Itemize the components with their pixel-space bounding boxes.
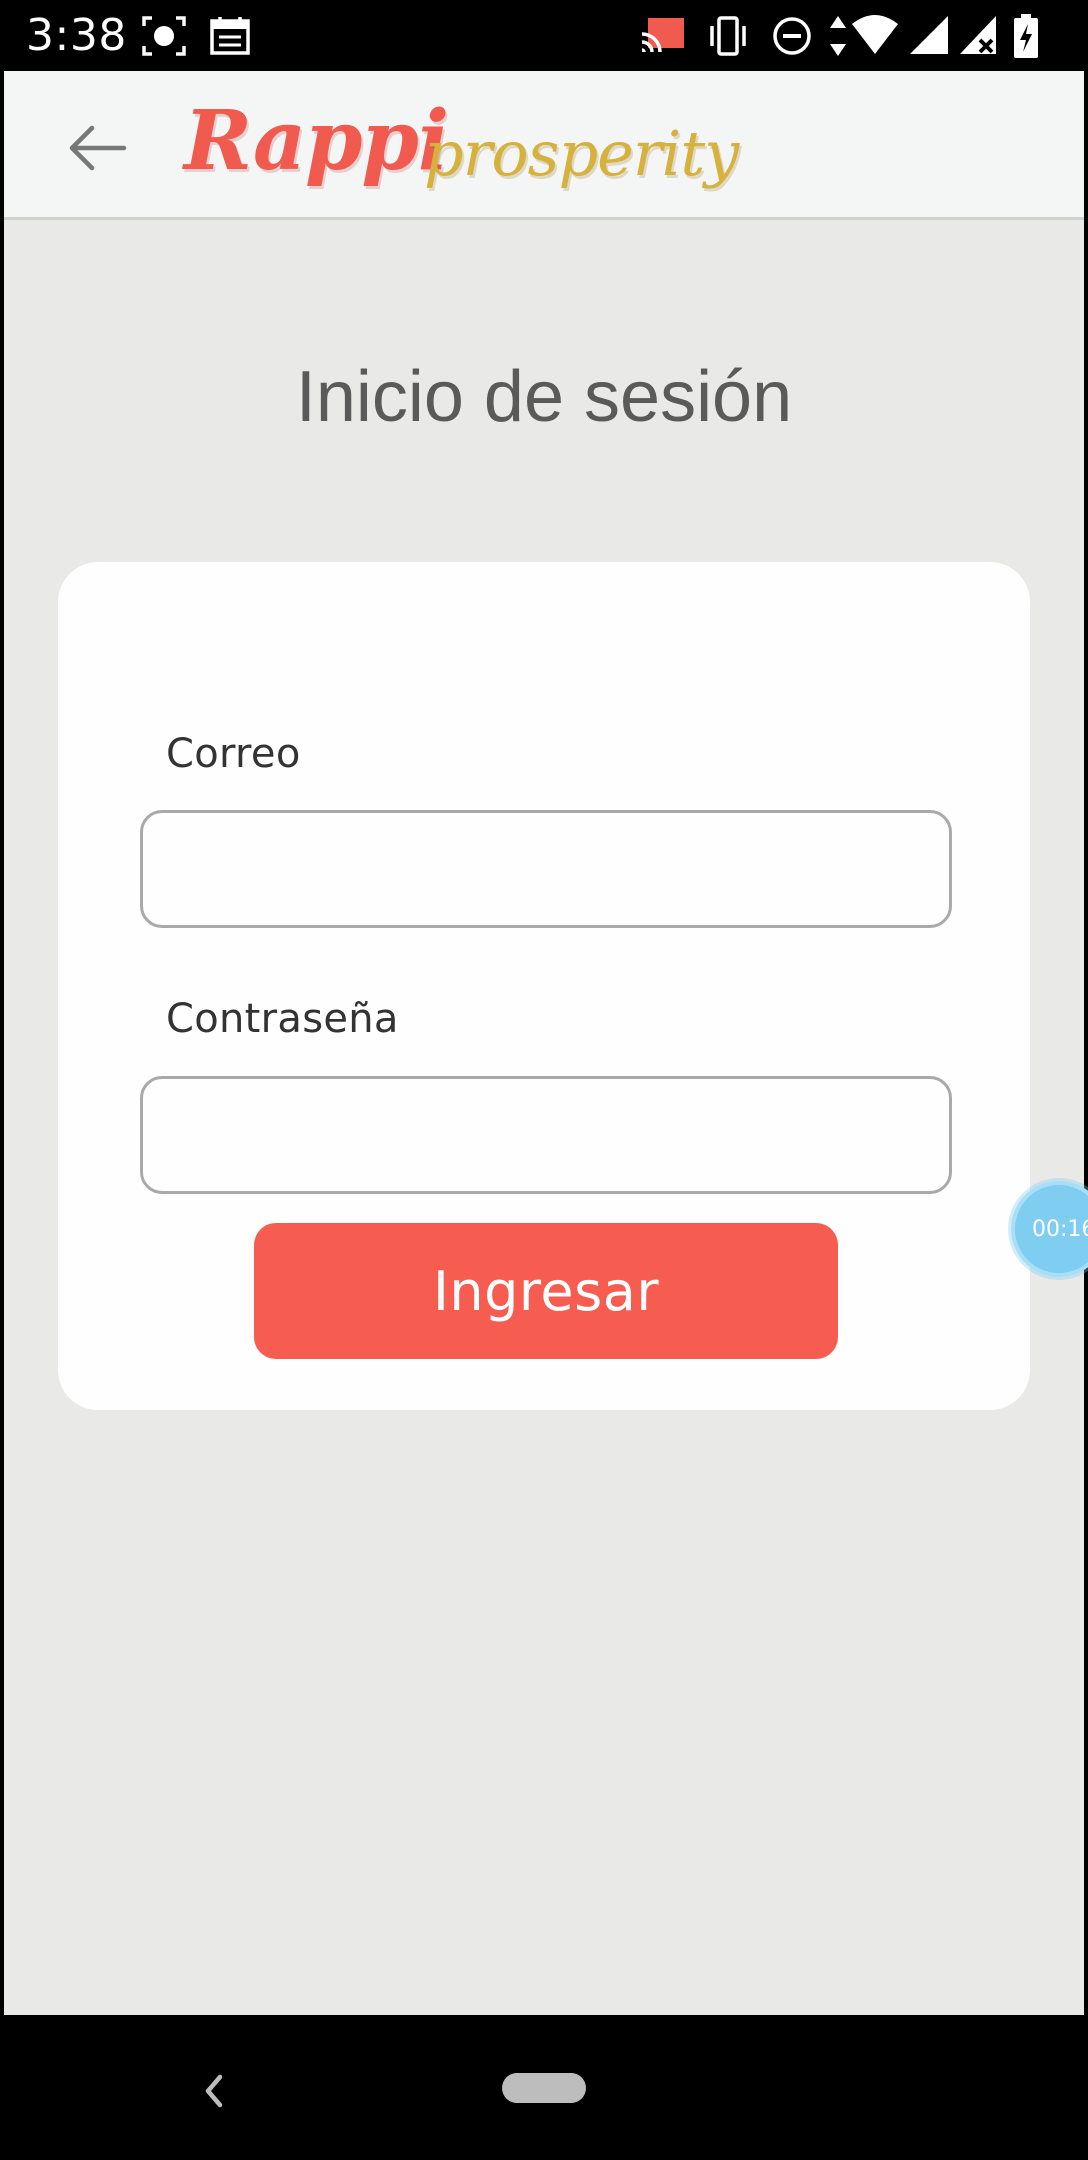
data-arrows-icon <box>830 16 846 56</box>
do-not-disturb-icon <box>773 17 811 55</box>
password-field[interactable] <box>140 1076 952 1194</box>
wifi-icon <box>852 15 898 54</box>
login-card: Correo Contraseña Ingresar <box>58 562 1030 1410</box>
status-bar: 3:38 <box>0 0 1088 71</box>
page-title: Inicio de sesión <box>295 357 793 437</box>
calendar-icon <box>210 16 250 61</box>
app-logo: Rappi prosperity <box>184 91 744 211</box>
screenshot-icon <box>142 16 186 61</box>
app-header: Rappi prosperity <box>4 71 1084 220</box>
logo-primary-text: Rappi <box>184 93 449 189</box>
status-right-icons <box>640 14 1070 58</box>
vibrate-icon <box>710 16 746 56</box>
navigation-bar <box>0 2015 1088 2160</box>
nav-back-button[interactable] <box>196 2071 230 2111</box>
nav-home-pill[interactable] <box>502 2073 586 2103</box>
login-button[interactable]: Ingresar <box>254 1223 838 1359</box>
status-time: 3:38 <box>26 10 127 61</box>
screen: 3:38 Rappi prosperity Inicio de sesión C… <box>0 0 1088 2160</box>
arrow-left-icon <box>69 125 127 171</box>
logo-secondary-text: prosperity <box>424 117 739 190</box>
email-field[interactable] <box>140 810 952 928</box>
chevron-left-icon <box>205 2074 223 2108</box>
recording-timer-text: 00:16 <box>1032 1217 1088 1242</box>
battery-icon <box>1014 14 1038 58</box>
wifi-x-icon <box>960 16 996 54</box>
back-button[interactable] <box>66 123 138 173</box>
app-content: Rappi prosperity Inicio de sesión Correo… <box>4 71 1088 2015</box>
signal-icon <box>910 16 948 54</box>
email-label: Correo <box>166 731 301 777</box>
password-label: Contraseña <box>166 996 399 1042</box>
cast-icon <box>641 18 684 53</box>
